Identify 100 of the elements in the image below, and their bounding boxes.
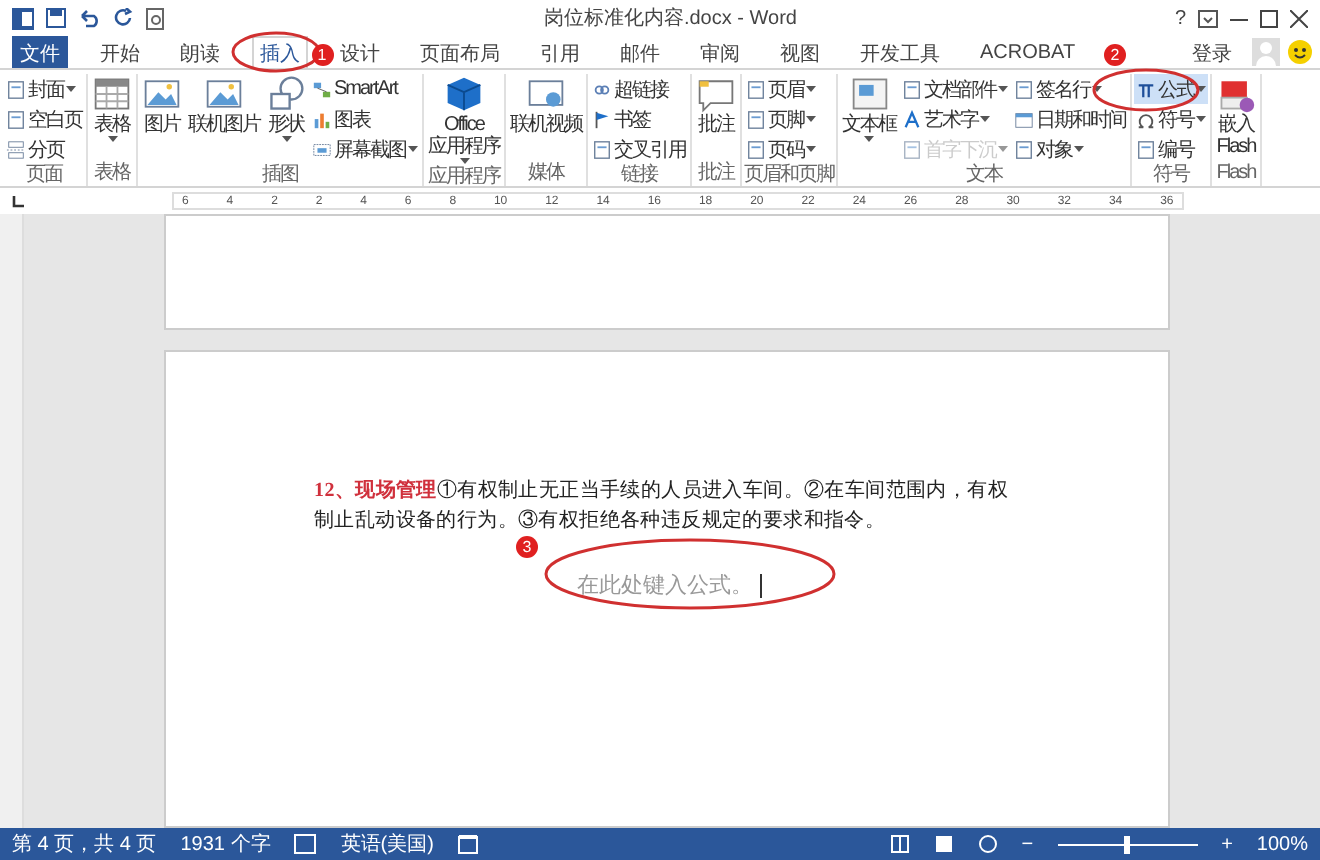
- ribbon-button[interactable]: 图片: [140, 74, 184, 164]
- caret-icon: [806, 115, 816, 123]
- print-preview-icon[interactable]: [146, 7, 166, 29]
- group-label: 插图: [260, 164, 300, 186]
- group-label: 媒体: [526, 162, 567, 186]
- page-icon: [1014, 139, 1034, 159]
- ribbon-button[interactable]: 页码: [744, 134, 818, 164]
- picture-icon: [204, 74, 244, 114]
- ribbon-tab[interactable]: ACROBAT: [972, 36, 1084, 68]
- help-button[interactable]: ?: [1174, 7, 1186, 29]
- caret-icon: [107, 136, 117, 144]
- comment-icon: [696, 74, 736, 114]
- ribbon-button[interactable]: 对象: [1012, 134, 1128, 164]
- ribbon-button[interactable]: 编号: [1134, 134, 1208, 164]
- ribbon-tab[interactable]: 朗读: [172, 36, 228, 68]
- zoom-out-button[interactable]: −: [1021, 833, 1034, 855]
- redo-icon[interactable]: [114, 8, 134, 28]
- ribbon-button[interactable]: 交叉引用: [590, 134, 688, 164]
- ribbon-tab[interactable]: 开发工具: [852, 36, 948, 68]
- print-layout-icon[interactable]: [933, 834, 954, 854]
- chart-icon: [312, 109, 332, 129]
- ribbon-display-icon[interactable]: [1198, 9, 1218, 27]
- zoom-slider-thumb[interactable]: [1124, 835, 1131, 853]
- screenshot-icon: [312, 139, 332, 159]
- paragraph: 12、现场管理①有权制止无正当手续的人员进入车间。②在车间范围内，有权制止乱动设备的行为。③有权拒绝各种违反规定的要求和指令。: [314, 477, 1011, 536]
- zoom-level[interactable]: 100%: [1256, 833, 1308, 855]
- smartart-icon: [312, 79, 332, 99]
- ribbon-button[interactable]: Office 应用程序: [426, 74, 502, 166]
- ribbon-button[interactable]: SmartArt: [310, 74, 420, 104]
- ribbon-button[interactable]: 文档部件: [900, 74, 1010, 104]
- save-icon[interactable]: [46, 8, 66, 28]
- ribbon-tab[interactable]: 页面布局: [412, 36, 508, 68]
- page-icon: [592, 139, 612, 159]
- ribbon-button[interactable]: 联机视频: [508, 74, 584, 162]
- ribbon-tab[interactable]: 视图: [772, 36, 828, 68]
- word-logo-icon: [12, 7, 34, 29]
- ribbon-button[interactable]: 嵌入 Flash: [1214, 74, 1258, 162]
- page-icon: [1136, 139, 1156, 159]
- calendar-icon: [1014, 109, 1034, 129]
- caret-icon: [806, 145, 816, 153]
- caret-icon: [1196, 85, 1206, 93]
- ribbon-button[interactable]: 联机图片: [186, 74, 262, 164]
- ribbon-button[interactable]: 屏幕截图: [310, 134, 420, 164]
- ribbon-tab[interactable]: 引用: [532, 36, 588, 68]
- ribbon-button[interactable]: 批注: [694, 74, 738, 162]
- caret-icon: [998, 85, 1008, 93]
- ribbon-button[interactable]: 封面: [4, 74, 84, 104]
- link-icon: [592, 79, 612, 99]
- group-label: 表格: [92, 162, 133, 186]
- page-count: 第 4 页，共 4 页: [12, 831, 157, 858]
- page-break-icon: [6, 139, 26, 159]
- table-icon: [92, 74, 132, 114]
- tab-selector-icon[interactable]: [8, 191, 28, 211]
- language-indicator[interactable]: 英语(美国): [340, 830, 434, 858]
- page-icon: [902, 79, 922, 99]
- ribbon-button[interactable]: 分页: [4, 134, 84, 164]
- ribbon-tab[interactable]: 文件: [12, 36, 68, 68]
- caret-icon: [806, 85, 816, 93]
- web-layout-icon[interactable]: [977, 834, 998, 854]
- ribbon-button[interactable]: 符号: [1134, 104, 1208, 134]
- ribbon-button[interactable]: 页脚: [744, 104, 818, 134]
- group-label: 页眉和页脚: [744, 164, 834, 186]
- ribbon-button[interactable]: 图表: [310, 104, 420, 134]
- ribbon-button[interactable]: 日期和时间: [1012, 104, 1128, 134]
- smiley-icon[interactable]: [1288, 40, 1312, 64]
- group-label: 应用程序: [426, 166, 502, 186]
- ribbon-button[interactable]: 超链接: [590, 74, 688, 104]
- ribbon-button[interactable]: 表格: [90, 74, 134, 162]
- undo-icon[interactable]: [78, 8, 102, 28]
- sign-in-link[interactable]: 登录: [1184, 36, 1240, 68]
- maximize-icon[interactable]: [1260, 9, 1278, 27]
- page-icon: [746, 79, 766, 99]
- ribbon-button[interactable]: 形状: [264, 74, 308, 164]
- close-icon[interactable]: [1290, 9, 1308, 27]
- ribbon-tab[interactable]: 邮件: [612, 36, 668, 68]
- ribbon-button[interactable]: 书签: [590, 104, 688, 134]
- ribbon-button[interactable]: 艺术字: [900, 104, 1010, 134]
- read-mode-icon[interactable]: [889, 834, 910, 854]
- group-label: 链接: [619, 164, 660, 186]
- ribbon-button[interactable]: 文本框: [840, 74, 898, 164]
- ribbon-tab[interactable]: 插入: [252, 36, 308, 68]
- caret-icon: [408, 145, 418, 153]
- ribbon-button[interactable]: 空白页: [4, 104, 84, 134]
- zoom-in-button[interactable]: +: [1221, 833, 1233, 855]
- ribbon-button[interactable]: 签名行: [1012, 74, 1128, 104]
- ribbon-tab[interactable]: 审阅: [692, 36, 748, 68]
- group-label: 符号: [1151, 164, 1192, 186]
- caret-icon: [66, 85, 76, 93]
- page-icon: [746, 109, 766, 129]
- caret-icon: [998, 145, 1008, 153]
- group-label: 页面: [24, 164, 65, 186]
- flag-icon: [592, 109, 612, 129]
- step-badge: 1: [311, 44, 333, 66]
- annotation-ellipse: [232, 31, 320, 71]
- caret-icon: [459, 158, 469, 166]
- ribbon-tab[interactable]: 开始: [92, 36, 148, 68]
- textbox-icon: [849, 74, 889, 114]
- page-icon: [1014, 79, 1034, 99]
- ribbon-tab[interactable]: 设计: [332, 36, 388, 68]
- ribbon-button[interactable]: 页眉: [744, 74, 818, 104]
